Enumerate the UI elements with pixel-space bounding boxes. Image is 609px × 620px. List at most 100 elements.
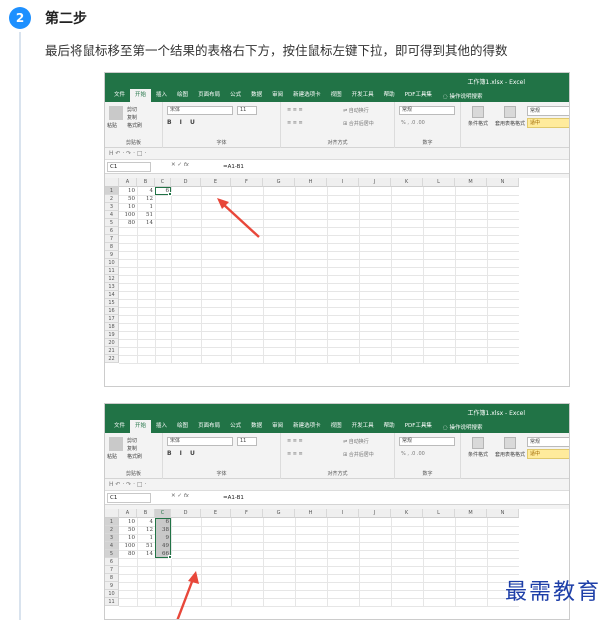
- ribbon-tab-9[interactable]: 视图: [326, 420, 347, 433]
- conditional-format-button[interactable]: 条件格式: [463, 106, 493, 127]
- ribbon-tab-4[interactable]: 页面布局: [193, 89, 225, 102]
- style-normal-cell[interactable]: 常规: [527, 437, 569, 447]
- ribbon-tab-9[interactable]: 视图: [326, 89, 347, 102]
- row-header-3[interactable]: 3: [105, 203, 119, 211]
- font-family-select[interactable]: 宋体: [167, 437, 233, 446]
- ribbon-tab-1[interactable]: 开始: [130, 89, 152, 102]
- ribbon-tab-5[interactable]: 公式: [225, 420, 246, 433]
- column-header-J[interactable]: J: [359, 178, 391, 187]
- row-header-1[interactable]: 1: [105, 187, 119, 195]
- ribbon-tab-11[interactable]: 帮助: [379, 420, 400, 433]
- row-header-1[interactable]: 1: [105, 518, 119, 526]
- cell-A5[interactable]: 80: [119, 219, 137, 227]
- ribbon-tab-6[interactable]: 数据: [246, 89, 267, 102]
- column-header-M[interactable]: M: [455, 178, 487, 187]
- clipboard-action-1[interactable]: 复制: [127, 114, 137, 121]
- column-header-I[interactable]: I: [327, 178, 359, 187]
- ribbon-tab-6[interactable]: 数据: [246, 420, 267, 433]
- row-header-11[interactable]: 11: [105, 598, 119, 606]
- row-header-13[interactable]: 13: [105, 283, 119, 291]
- ribbon-tab-2[interactable]: 插入: [151, 89, 172, 102]
- row-header-14[interactable]: 14: [105, 291, 119, 299]
- cell-B1[interactable]: 4: [137, 187, 155, 195]
- formula-input[interactable]: =A1-B1: [223, 162, 244, 172]
- align-buttons-top[interactable]: ≡ ≡ ≡: [287, 107, 303, 113]
- fx-icon[interactable]: ✕ ✓ fx: [171, 493, 189, 499]
- row-header-2[interactable]: 2: [105, 195, 119, 203]
- paste-button[interactable]: 粘贴: [107, 453, 117, 460]
- ribbon-tab-2[interactable]: 插入: [151, 420, 172, 433]
- row-header-7[interactable]: 7: [105, 566, 119, 574]
- column-header-F[interactable]: F: [231, 178, 263, 187]
- clipboard-action-2[interactable]: 格式刷: [127, 122, 142, 129]
- row-header-18[interactable]: 18: [105, 323, 119, 331]
- row-header-4[interactable]: 4: [105, 542, 119, 550]
- row-header-7[interactable]: 7: [105, 235, 119, 243]
- cell-B1[interactable]: 4: [137, 518, 155, 526]
- clipboard-action-1[interactable]: 复制: [127, 445, 137, 452]
- clipboard-action-0[interactable]: 剪切: [127, 106, 137, 113]
- name-box[interactable]: C1: [107, 162, 151, 172]
- fx-icon[interactable]: ✕ ✓ fx: [171, 162, 189, 168]
- column-header-B[interactable]: B: [137, 178, 155, 187]
- column-header-B[interactable]: B: [137, 509, 155, 518]
- fill-handle[interactable]: [168, 192, 172, 196]
- row-header-19[interactable]: 19: [105, 331, 119, 339]
- format-as-table-button[interactable]: 套用表格格式: [495, 106, 525, 127]
- ribbon-tab-4[interactable]: 页面布局: [193, 420, 225, 433]
- row-header-22[interactable]: 22: [105, 355, 119, 363]
- clipboard-action-0[interactable]: 剪切: [127, 437, 137, 444]
- merge-center-button[interactable]: ⊞ 合并后居中: [343, 451, 374, 458]
- ribbon-tab-12[interactable]: PDF工具集: [400, 420, 437, 433]
- font-size-select[interactable]: 11: [237, 437, 257, 446]
- row-header-10[interactable]: 10: [105, 259, 119, 267]
- paste-icon[interactable]: [109, 106, 123, 120]
- ribbon-tab-5[interactable]: 公式: [225, 89, 246, 102]
- column-header-K[interactable]: K: [391, 178, 423, 187]
- style-medium-cell[interactable]: 适中: [527, 118, 569, 128]
- cell-A2[interactable]: 50: [119, 195, 137, 203]
- cell-A4[interactable]: 100: [119, 542, 137, 550]
- cell-B3[interactable]: 1: [137, 203, 155, 211]
- row-header-6[interactable]: 6: [105, 227, 119, 235]
- row-header-8[interactable]: 8: [105, 243, 119, 251]
- tell-me-search[interactable]: ◌ 操作说明搜索: [443, 92, 483, 100]
- formula-input[interactable]: =A1-B1: [223, 493, 244, 503]
- tell-me-search[interactable]: ◌ 操作说明搜索: [443, 423, 483, 431]
- paste-icon[interactable]: [109, 437, 123, 451]
- number-format-buttons[interactable]: % , .0 .00: [401, 451, 425, 457]
- cell-B4[interactable]: 51: [137, 542, 155, 550]
- ribbon-tab-10[interactable]: 开发工具: [347, 89, 379, 102]
- column-header-H[interactable]: H: [295, 178, 327, 187]
- select-all-corner[interactable]: [105, 509, 119, 518]
- column-header-N[interactable]: N: [487, 178, 519, 187]
- cell-A3[interactable]: 10: [119, 534, 137, 542]
- column-header-G[interactable]: G: [263, 178, 295, 187]
- column-header-A[interactable]: A: [119, 178, 137, 187]
- paste-button[interactable]: 粘贴: [107, 122, 117, 129]
- ribbon-tab-11[interactable]: 帮助: [379, 89, 400, 102]
- cell-B4[interactable]: 51: [137, 211, 155, 219]
- cell-B5[interactable]: 14: [137, 219, 155, 227]
- row-header-11[interactable]: 11: [105, 267, 119, 275]
- align-buttons-top[interactable]: ≡ ≡ ≡: [287, 438, 303, 444]
- column-header-G[interactable]: G: [263, 509, 295, 518]
- ribbon-tab-0[interactable]: 文件: [109, 89, 130, 102]
- wrap-text-button[interactable]: ⇌ 自动换行: [343, 438, 369, 445]
- row-header-17[interactable]: 17: [105, 315, 119, 323]
- ribbon-tab-0[interactable]: 文件: [109, 420, 130, 433]
- column-header-J[interactable]: J: [359, 509, 391, 518]
- row-header-5[interactable]: 5: [105, 550, 119, 558]
- row-header-4[interactable]: 4: [105, 211, 119, 219]
- worksheet-grid[interactable]: A B C D E F G H I J K L M N 1 2 3 4 5 6 7 8 9 10 11 12 13 14 15 16 17 1…: [105, 178, 569, 365]
- ribbon-tab-8[interactable]: 新建选项卡: [288, 420, 326, 433]
- cell-A4[interactable]: 100: [119, 211, 137, 219]
- column-header-H[interactable]: H: [295, 509, 327, 518]
- cell-B3[interactable]: 1: [137, 534, 155, 542]
- font-family-select[interactable]: 宋体: [167, 106, 233, 115]
- ribbon-tab-12[interactable]: PDF工具集: [400, 89, 437, 102]
- column-header-E[interactable]: E: [201, 178, 231, 187]
- clipboard-action-2[interactable]: 格式刷: [127, 453, 142, 460]
- row-header-3[interactable]: 3: [105, 534, 119, 542]
- number-format-select[interactable]: 常规: [399, 437, 455, 446]
